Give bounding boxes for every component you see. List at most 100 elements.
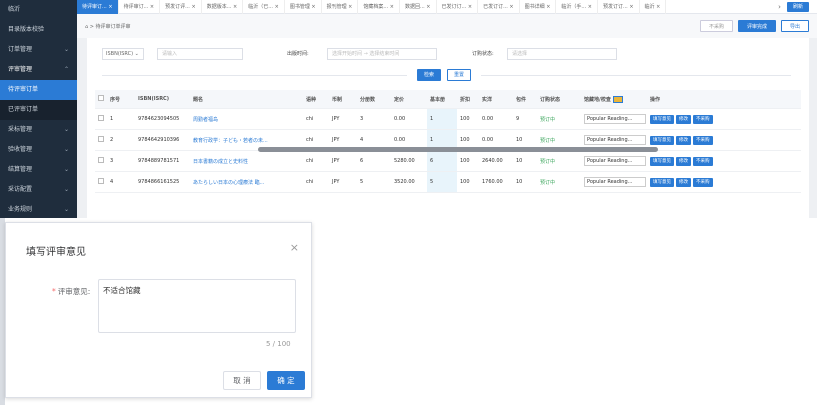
col-header: 订购状态 [540,96,561,103]
reject-row-button[interactable]: 不采购 [693,114,713,124]
title-link[interactable]: 周勤者福岛 [190,116,285,123]
sidebar-item-config[interactable]: 采访配置 ⌄ [0,180,77,200]
select-all-checkbox[interactable] [98,95,104,101]
fill-opinion-button[interactable]: 填写意见 [650,135,674,145]
sidebar-item-rules[interactable]: 业务规则 ⌄ [0,200,77,220]
collection-select[interactable]: Popular Reading... [584,114,646,124]
review-done-button[interactable]: 评审完成 [737,20,776,32]
opinion-textarea[interactable]: 不适合馆藏 [98,279,296,333]
collection-select[interactable]: Popular Reading... [584,156,646,166]
cancel-button[interactable]: 取 消 [223,371,261,390]
title-link[interactable]: 教育行政学：子ども・若者の未... [190,137,285,144]
reject-row-button[interactable]: 不采购 [693,156,713,166]
col-header: 定价 [394,96,405,103]
status-select[interactable]: 请选择 [507,48,617,60]
col-header: 分册数 [360,96,376,103]
tab-scroll-right-icon[interactable]: › [772,3,787,11]
col-header: 包件 [516,96,527,103]
title-link[interactable]: 日本書籍の成立と史料性 [190,158,285,165]
horizontal-scrollbar[interactable] [258,147,658,152]
row-checkbox[interactable] [98,157,104,163]
search-button[interactable]: 检索 [417,69,441,81]
status-badge: 预订中 [540,158,556,165]
sidebar-item-settlement[interactable]: 结算管理 ⌄ [0,160,77,180]
isbn-input[interactable]: 请输入 [157,48,243,60]
row-checkbox[interactable] [98,178,104,184]
table-row: 3 9784889781571 日本書籍の成立と史料性 chi JPY 6 52… [95,151,801,172]
tab-item[interactable]: 待评审订... × [77,0,119,14]
sidebar-item-acceptance[interactable]: 验收管理 ⌄ [0,140,77,160]
col-header: 操作 [650,96,661,103]
tab-item[interactable]: 数据回... × [400,0,437,14]
tab-item[interactable]: 已发订订... × [437,0,479,14]
tab-item[interactable]: 预发订评... × [160,0,202,14]
sidebar-item-orders[interactable]: 订单管理 ⌄ [0,40,77,60]
chevron-down-icon: ⌄ [63,126,69,133]
reject-button[interactable]: 不采购 [699,20,733,32]
confirm-button[interactable]: 确 定 [267,371,305,390]
col-header: ISBN(ISRC) [138,96,170,102]
close-icon[interactable]: × [290,241,299,254]
page-actions: 不采购 评审完成 导出 [699,20,809,32]
chevron-down-icon: ⌄ [63,206,69,213]
fill-opinion-button[interactable]: 填写意见 [650,156,674,166]
collection-select[interactable]: Popular Reading... [584,177,646,187]
chevron-down-icon: ⌄ [63,46,69,53]
row-checkbox[interactable] [98,115,104,121]
col-header: 馆藏地/校查 [581,95,647,103]
tab-item[interactable]: 图书详细 × [520,0,557,14]
row-checkbox[interactable] [98,136,104,142]
search-row: 检索 重置 [87,69,809,81]
collection-select[interactable]: Popular Reading... [584,135,646,145]
chevron-down-icon: ⌄ [63,146,69,153]
col-header: 题名 [193,96,204,103]
chevron-down-icon: ⌄ [63,166,69,173]
tab-item[interactable]: 预发订订... × [598,0,640,14]
sidebar-item-linyi[interactable]: 临沂 [0,0,77,20]
order-table: 序号 ISBN(ISRC) 题名 语种 币制 分册数 定价 基本册 折扣 实洋 … [95,90,801,193]
col-header: 实洋 [482,96,493,103]
tab-item[interactable]: 报刊管理 × [322,0,359,14]
column-settings-icon[interactable] [612,95,623,103]
tab-item[interactable]: 数据版本... × [202,0,244,14]
reject-row-button[interactable]: 不采购 [693,177,713,187]
tab-item[interactable]: 临沂（手... × [556,0,598,14]
edit-button[interactable]: 修改 [676,177,691,187]
tab-item[interactable]: 待评审订... × [119,0,161,14]
divider [102,75,407,76]
sidebar-item-catalog-check[interactable]: 目录版本校验 [0,20,77,40]
refresh-button[interactable]: 刷新 [786,1,809,12]
edit-button[interactable]: 修改 [676,114,691,124]
main-panel: ISBN(ISRC) ⌄ 请输入 出版时间: 选择开始时间 → 选择结束时间 订… [87,38,809,218]
breadcrumb: ⌂ > 待评审订单评审 [85,23,131,30]
fill-opinion-button[interactable]: 填写意见 [650,114,674,124]
fill-opinion-button[interactable]: 填写意见 [650,177,674,187]
tab-item[interactable]: 已发订订... × [478,0,520,14]
table-row: 4 9784866161525 あたらしい日本の心理療法 臨... chi JP… [95,172,801,193]
edit-button[interactable]: 修改 [676,156,691,166]
review-opinion-dialog: 填写评审意见 × * 评审意见: 不适合馆藏 5 / 100 取 消 确 定 [5,222,312,398]
dialog-title: 填写评审意见 [26,247,86,258]
title-link[interactable]: あたらしい日本の心理療法 臨... [190,179,285,186]
edit-button[interactable]: 修改 [676,135,691,145]
sidebar-item-pending-review[interactable]: 待评审订单 [0,80,77,100]
col-header: 语种 [306,96,317,103]
reset-button[interactable]: 重置 [447,69,471,81]
reject-row-button[interactable]: 不采购 [693,135,713,145]
export-button[interactable]: 导出 [780,20,809,32]
sidebar-item-reviewed[interactable]: 已评审订单 [0,100,77,120]
sidebar-item-review[interactable]: 评审管理 ⌃ [0,60,77,80]
date-range-picker[interactable]: 选择开始时间 → 选择结束时间 [327,48,437,60]
char-counter: 5 / 100 [266,340,291,348]
tab-item[interactable]: 临沂 × [640,0,667,14]
chevron-up-icon: ⌃ [63,66,69,73]
tab-item[interactable]: 馆藏档案... × [358,0,400,14]
col-header: 折扣 [460,96,471,103]
tab-item[interactable]: 图书管理 × [285,0,322,14]
tab-item[interactable]: 临沂（已... × [243,0,285,14]
col-header: 基本册 [430,96,446,103]
sidebar-item-procurement[interactable]: 采标管理 ⌄ [0,120,77,140]
tab-bar: 待评审订... × 待评审订... × 预发订评... × 数据版本... × … [77,0,817,14]
isbn-type-select[interactable]: ISBN(ISRC) ⌄ [102,48,144,60]
table-header: 序号 ISBN(ISRC) 题名 语种 币制 分册数 定价 基本册 折扣 实洋 … [95,90,801,109]
